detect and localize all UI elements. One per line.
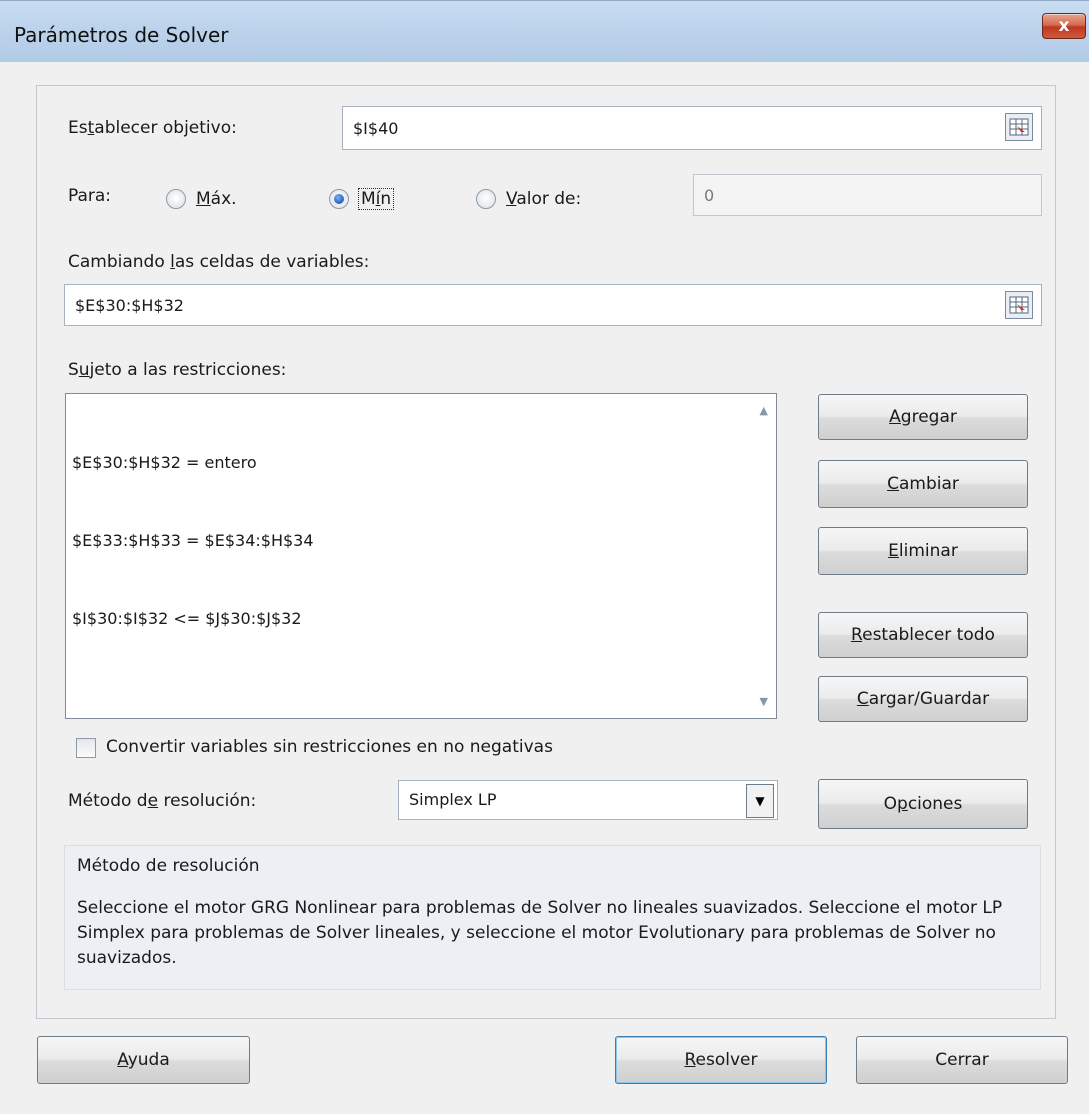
radio-value-of-label: Valor de: <box>506 189 582 209</box>
variables-label: Cambiando las celdas de variables: <box>68 252 370 272</box>
objective-input[interactable]: $I$40 <box>342 106 1042 150</box>
window-title: Parámetros de Solver <box>14 23 229 47</box>
nonneg-checkbox[interactable] <box>76 738 96 758</box>
scroll-up-icon[interactable]: ▲ <box>760 404 768 417</box>
close-dialog-button-label: Cerrar <box>935 1050 989 1070</box>
method-description-group: Método de resolución Seleccione el motor… <box>64 845 1041 990</box>
range-select-icon <box>1009 118 1029 136</box>
nonneg-label: Convertir variables sin restricciones en… <box>106 737 553 757</box>
constraints-list[interactable]: $E$30:$H$32 = entero $E$33:$H$33 = $E$34… <box>65 393 777 719</box>
solve-button[interactable]: Resolver <box>615 1036 827 1084</box>
options-button-label: Opciones <box>883 794 963 814</box>
delete-button-label: Eliminar <box>888 541 958 561</box>
range-select-icon <box>1009 296 1029 314</box>
para-label: Para: <box>68 186 112 206</box>
close-button[interactable]: x <box>1042 13 1086 39</box>
load-save-button[interactable]: Cargar/Guardar <box>818 676 1028 722</box>
radio-min-label: Mín <box>357 188 395 210</box>
constraint-item[interactable]: $I$30:$I$32 <= $J$30:$J$32 <box>72 606 314 632</box>
method-group-title: Método de resolución <box>77 856 260 876</box>
objective-ref-button[interactable] <box>1005 113 1033 141</box>
variables-input[interactable]: $E$30:$H$32 <box>64 284 1042 326</box>
method-select[interactable]: Simplex LP ▼ <box>398 780 778 820</box>
method-label: Método de resolución: <box>68 791 257 811</box>
reset-all-button-label: Restablecer todo <box>851 625 995 645</box>
solve-button-label: Resolver <box>684 1050 758 1070</box>
title-bar[interactable]: Parámetros de Solver x <box>0 0 1089 62</box>
radio-max-label: Máx. <box>196 189 237 209</box>
delete-button[interactable]: Eliminar <box>818 527 1028 575</box>
radio-min-circle[interactable] <box>329 189 349 209</box>
close-icon: x <box>1058 16 1070 36</box>
value-of-input[interactable]: 0 <box>693 174 1042 216</box>
variables-ref-button[interactable] <box>1005 291 1033 319</box>
method-selected: Simplex LP <box>409 790 497 809</box>
objective-label: Establecer objetivo: <box>68 118 237 138</box>
chevron-down-icon[interactable]: ▼ <box>746 784 774 818</box>
constraints-items: $E$30:$H$32 = entero $E$33:$H$33 = $E$34… <box>72 398 314 684</box>
radio-value-of[interactable]: Valor de: <box>476 189 581 209</box>
help-button-label: Ayuda <box>117 1050 170 1070</box>
options-button[interactable]: Opciones <box>818 779 1028 829</box>
reset-all-button[interactable]: Restablecer todo <box>818 612 1028 658</box>
change-button[interactable]: Cambiar <box>818 460 1028 508</box>
variables-value: $E$30:$H$32 <box>75 295 184 315</box>
add-button-label: Agregar <box>889 407 957 427</box>
help-button[interactable]: Ayuda <box>37 1036 250 1084</box>
radio-max[interactable]: Máx. <box>166 189 237 209</box>
scroll-down-icon[interactable]: ▼ <box>760 695 768 708</box>
constraint-item[interactable]: $E$33:$H$33 = $E$34:$H$34 <box>72 528 314 554</box>
constraint-item[interactable]: $E$30:$H$32 = entero <box>72 450 314 476</box>
constraints-label: Sujeto a las restricciones: <box>68 360 287 380</box>
value-of-value: 0 <box>704 185 715 205</box>
objective-value: $I$40 <box>353 118 399 138</box>
radio-value-of-circle[interactable] <box>476 189 496 209</box>
load-save-button-label: Cargar/Guardar <box>856 689 990 709</box>
radio-max-circle[interactable] <box>166 189 186 209</box>
close-dialog-button[interactable]: Cerrar <box>856 1036 1068 1084</box>
change-button-label: Cambiar <box>887 474 959 494</box>
method-group-description: Seleccione el motor GRG Nonlinear para p… <box>77 898 1003 968</box>
add-button[interactable]: Agregar <box>818 394 1028 440</box>
radio-min[interactable]: Mín <box>329 188 395 210</box>
